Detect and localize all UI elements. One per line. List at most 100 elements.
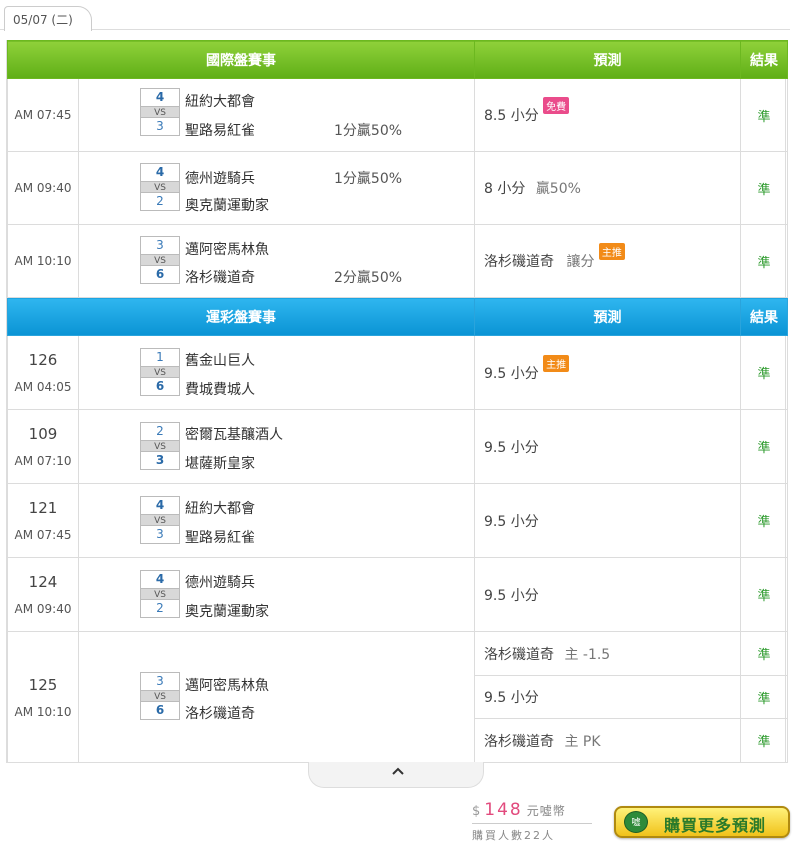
home-score: 6 <box>155 379 165 393</box>
collapse-button[interactable] <box>308 762 484 788</box>
date-tab[interactable]: 05/07 (二) <box>4 6 92 31</box>
match-cell: 3 VS 6 邁阿密馬林魚 洛杉磯道奇 <box>78 631 475 763</box>
featured-badge: 主推 <box>543 354 570 372</box>
vs-label: VS <box>141 254 179 266</box>
game-time-cell: 121 AM 07:45 <box>7 483 79 558</box>
section-header-sports-lottery: 運彩盤賽事 預測 結果 <box>7 297 788 336</box>
game-time-cell: 124 AM 09:40 <box>7 557 79 632</box>
prediction-cell: 9.5 小分 <box>474 675 741 719</box>
buyer-count: 購買人數22人 <box>472 829 555 842</box>
home-score: 3 <box>156 119 164 133</box>
score-box: 1 VS 6 <box>140 348 180 396</box>
handicap-text: 1分贏50% <box>334 123 403 139</box>
away-score: 4 <box>155 572 165 586</box>
away-team: 邁阿密馬林魚 <box>185 242 269 258</box>
table-row: 125 AM 10:10 3 VS 6 邁阿密馬林魚 洛杉磯道奇 洛杉磯道奇 主… <box>7 631 788 763</box>
prediction-cell: 9.5 小分 主推 <box>474 335 741 410</box>
vs-label: VS <box>141 588 179 600</box>
prediction-text: 9.5 小分 <box>484 690 539 706</box>
game-time: AM 07:45 <box>14 528 72 542</box>
home-score: 3 <box>156 527 164 541</box>
match-cell: 4 VS 2 德州遊騎兵 1分贏50% 奧克蘭運動家 <box>78 151 475 225</box>
game-time-cell: 109 AM 07:10 <box>7 409 79 484</box>
currency-symbol: $ <box>472 804 481 819</box>
table-row: 126 AM 04:05 1 VS 6 舊金山巨人 費城費城人 9.5 小分 主… <box>7 335 788 410</box>
away-score: 4 <box>155 90 165 104</box>
price-unit: 元噓幣 <box>526 804 566 818</box>
price-amount: 148 <box>484 800 523 820</box>
brand-logo-icon: 噓 <box>624 811 648 833</box>
price-display: $148 元噓幣 <box>472 800 566 820</box>
vs-label: VS <box>141 440 179 452</box>
price-divider <box>472 823 592 824</box>
away-team: 德州遊騎兵 <box>185 171 255 187</box>
prediction-cell: 8 小分 贏50% <box>474 151 741 225</box>
result-text: 準 <box>740 631 788 676</box>
prediction-text: 洛杉磯道奇 <box>484 733 554 750</box>
table-row: 124 AM 09:40 4 VS 2 德州遊騎兵 奧克蘭運動家 9.5 小分 … <box>7 557 788 632</box>
match-cell: 4 VS 3 紐約大都會 聖路易紅雀 1分贏50% <box>78 78 475 152</box>
home-score: 2 <box>156 194 164 208</box>
game-time: AM 09:40 <box>14 602 72 616</box>
result-text: 準 <box>740 675 788 719</box>
game-number: 121 <box>28 499 58 517</box>
prediction-header: 預測 <box>474 40 741 79</box>
vs-label: VS <box>141 690 179 702</box>
game-number: 126 <box>28 351 58 369</box>
match-cell: 4 VS 2 德州遊騎兵 奧克蘭運動家 <box>78 557 475 632</box>
table-row: 109 AM 07:10 2 VS 3 密爾瓦基釀酒人 堪薩斯皇家 9.5 小分… <box>7 409 788 484</box>
away-score: 1 <box>156 350 164 364</box>
prediction-text: 洛杉磯道奇 <box>484 254 554 270</box>
prediction-text: 8 小分 <box>484 181 526 197</box>
score-box: 4 VS 3 <box>140 496 180 544</box>
home-team: 奧克蘭運動家 <box>185 604 269 620</box>
home-team: 堪薩斯皇家 <box>185 456 255 472</box>
prediction-sub: 主 -1.5 <box>564 646 611 663</box>
result-text: 準 <box>740 718 788 763</box>
score-box: 4 VS 2 <box>140 163 180 211</box>
away-score: 3 <box>156 238 164 252</box>
result-text: 準 <box>740 224 788 298</box>
table-row: 121 AM 07:45 4 VS 3 紐約大都會 聖路易紅雀 9.5 小分 準 <box>7 483 788 558</box>
score-box: 4 VS 3 <box>140 88 180 136</box>
game-time: AM 07:45 <box>7 78 79 152</box>
featured-badge: 主推 <box>598 243 625 260</box>
game-time: AM 07:10 <box>14 454 72 468</box>
away-team: 德州遊騎兵 <box>185 575 255 591</box>
home-score: 2 <box>156 601 164 615</box>
section-title: 國際盤賽事 <box>7 40 475 79</box>
chevron-up-icon <box>392 767 404 775</box>
game-time: AM 09:40 <box>7 151 79 225</box>
prediction-cell: 洛杉磯道奇 主 -1.5 <box>474 631 741 676</box>
home-team: 奧克蘭運動家 <box>185 198 269 214</box>
vs-label: VS <box>141 514 179 526</box>
score-box: 2 VS 3 <box>140 422 180 470</box>
score-box: 4 VS 2 <box>140 570 180 618</box>
buy-more-button[interactable]: 噓 購買更多預測 <box>614 806 790 838</box>
score-box: 3 VS 6 <box>140 236 180 284</box>
table-row: AM 07:45 4 VS 3 紐約大都會 聖路易紅雀 1分贏50% 8.5 小… <box>7 78 788 152</box>
prediction-text: 9.5 小分 <box>484 513 539 530</box>
section-title: 運彩盤賽事 <box>7 297 475 336</box>
section-header-international: 國際盤賽事 預測 結果 <box>7 40 788 79</box>
vs-label: VS <box>141 106 179 118</box>
home-score: 6 <box>155 703 165 717</box>
away-score: 2 <box>156 424 164 438</box>
game-time: AM 10:10 <box>7 224 79 298</box>
result-header: 結果 <box>740 297 788 336</box>
handicap-text: 2分贏50% <box>334 270 403 286</box>
prediction-cell: 8.5 小分 免費 <box>474 78 741 152</box>
match-cell: 4 VS 3 紐約大都會 聖路易紅雀 <box>78 483 475 558</box>
result-text: 準 <box>740 335 788 410</box>
result-text: 準 <box>740 78 788 152</box>
away-team: 紐約大都會 <box>185 501 255 517</box>
prediction-cell: 9.5 小分 <box>474 409 741 484</box>
handicap-text: 1分贏50% <box>334 171 403 187</box>
match-cell: 1 VS 6 舊金山巨人 費城費城人 <box>78 335 475 410</box>
match-cell: 2 VS 3 密爾瓦基釀酒人 堪薩斯皇家 <box>78 409 475 484</box>
game-number: 124 <box>28 573 58 591</box>
prediction-text: 洛杉磯道奇 <box>484 646 554 663</box>
away-score: 3 <box>156 674 164 688</box>
table-row: AM 10:10 3 VS 6 邁阿密馬林魚 洛杉磯道奇 2分贏50% 洛杉磯道… <box>7 224 788 298</box>
table-row: AM 09:40 4 VS 2 德州遊騎兵 1分贏50% 奧克蘭運動家 8 小分… <box>7 151 788 225</box>
